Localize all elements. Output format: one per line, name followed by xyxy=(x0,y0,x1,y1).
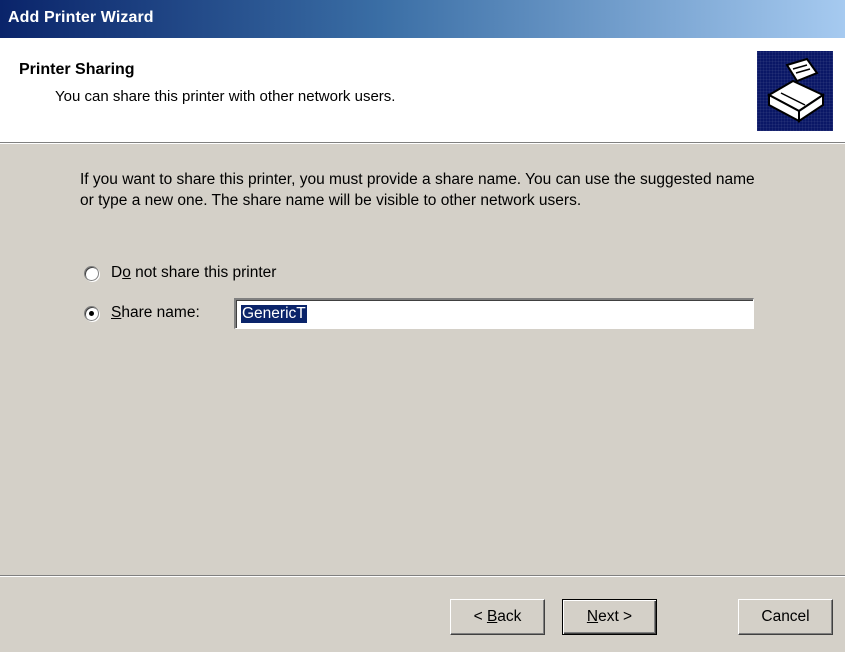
cancel-button[interactable]: Cancel xyxy=(738,599,833,635)
title-bar[interactable]: Add Printer Wizard xyxy=(0,0,845,38)
instructions-text: If you want to share this printer, you m… xyxy=(80,171,755,209)
add-printer-wizard-window: Add Printer Wizard Printer Sharing You c… xyxy=(0,0,845,652)
next-button[interactable]: Next > xyxy=(562,599,657,635)
share-name-radio[interactable] xyxy=(84,305,99,321)
share-name-label[interactable]: Share name: xyxy=(111,304,200,322)
printer-icon xyxy=(757,51,833,131)
footer-divider-highlight xyxy=(0,576,845,577)
share-name-option[interactable]: Share name: xyxy=(84,302,200,324)
header-divider xyxy=(0,143,845,144)
share-name-value: GenericT xyxy=(241,305,307,323)
do-not-share-label[interactable]: Do not share this printer xyxy=(111,264,276,282)
wizard-header: Printer Sharing You can share this print… xyxy=(0,38,845,143)
back-button[interactable]: < Back xyxy=(450,599,545,635)
page-subtitle: You can share this printer with other ne… xyxy=(55,88,396,105)
do-not-share-radio[interactable] xyxy=(84,265,99,281)
page-title: Printer Sharing xyxy=(19,61,135,78)
share-name-input[interactable]: GenericT xyxy=(234,298,754,329)
do-not-share-option[interactable]: Do not share this printer xyxy=(84,262,276,284)
window-title: Add Printer Wizard xyxy=(8,9,154,26)
